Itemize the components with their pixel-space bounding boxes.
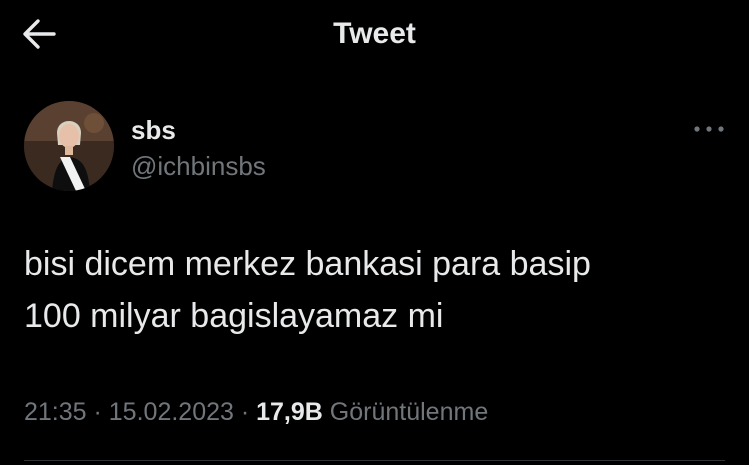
tweet-time[interactable]: 21:35 bbox=[24, 398, 87, 426]
views-count: 17,9B bbox=[256, 398, 323, 426]
tweet-text: bisi dicem merkez bankasi para basip 100… bbox=[24, 245, 591, 335]
meta-separator: · bbox=[86, 398, 109, 426]
top-bar: Tweet bbox=[0, 0, 749, 72]
tweet-meta: 21:35 · 15.02.2023 · 17,9B Görüntülenme bbox=[24, 396, 488, 428]
display-name[interactable]: sbs bbox=[131, 114, 176, 146]
more-horizontal-icon bbox=[694, 126, 724, 132]
page-title: Tweet bbox=[333, 17, 416, 50]
divider bbox=[24, 460, 725, 461]
views-link[interactable]: 17,9B Görüntülenme bbox=[256, 398, 488, 426]
more-options-button[interactable] bbox=[689, 118, 729, 140]
user-handle[interactable]: @ichbinsbs bbox=[131, 150, 266, 182]
profile-photo bbox=[24, 101, 114, 191]
meta-separator: · bbox=[233, 398, 257, 426]
avatar[interactable] bbox=[24, 101, 114, 191]
views-label: Görüntülenme bbox=[329, 398, 489, 426]
tweet-date[interactable]: 15.02.2023 bbox=[109, 398, 234, 426]
